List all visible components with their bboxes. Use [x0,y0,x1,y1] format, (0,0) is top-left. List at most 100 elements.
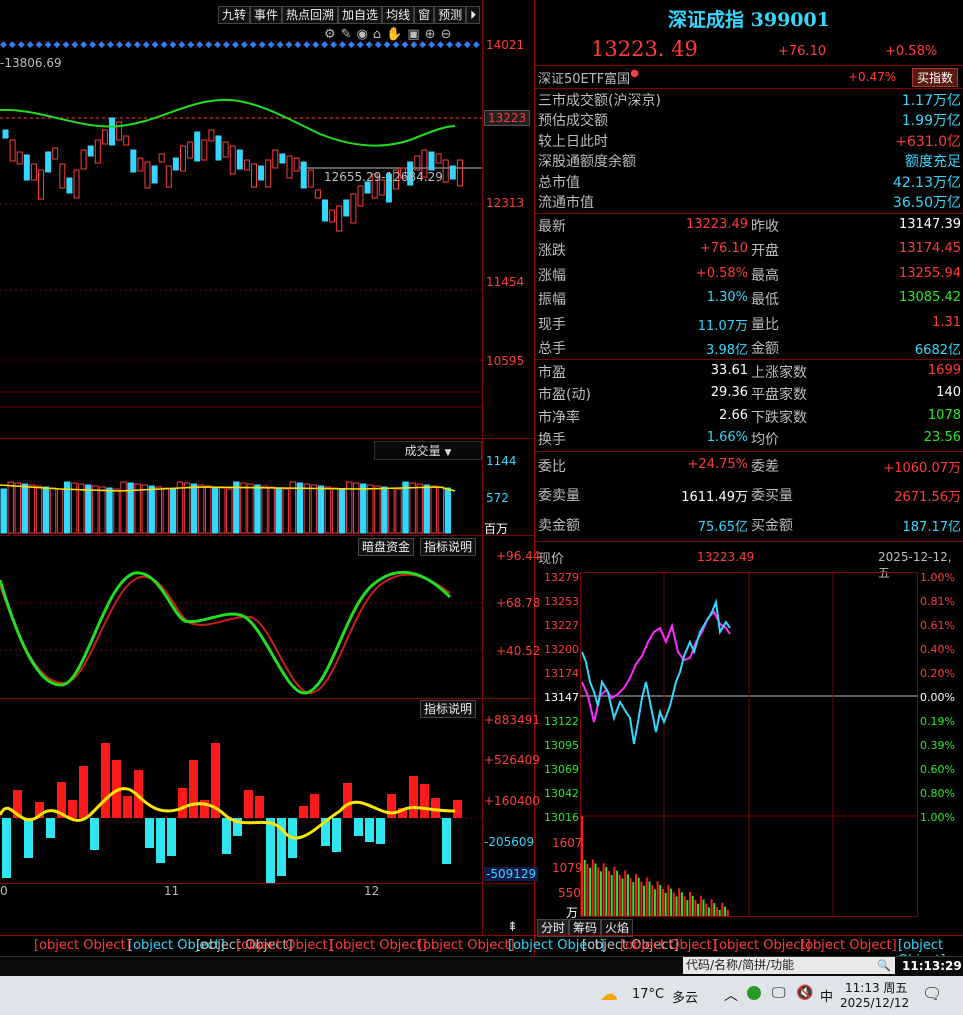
grid-key: 上涨家数 [751,365,807,381]
volume-bar [282,488,289,534]
ime-indicator[interactable]: 中 [820,986,833,1005]
minute-volume-bar [643,885,646,916]
grid-key: 最低 [751,292,779,309]
taskbar-time[interactable]: 11:13 周五 [845,979,907,996]
minute-right-tick: 0.61% [920,619,955,632]
minute-volume-bar [724,906,727,916]
grid-key: 最新 [538,219,566,235]
left-chart-area[interactable]: 九转 事件 热点回溯 加自选 均线窗预测 ⏵ ⚙✎◉⌂✋▣⊕⊖ ◆◆◆◆◆◆◆◆◆◆◆◆◆… [0,0,540,1015]
indicator2-bar [453,800,462,818]
minute-volume-bar [640,881,643,916]
toolbar-btn-window[interactable]: 窗 [414,6,435,24]
volume-bar [197,484,205,534]
expand-icon[interactable]: ⏵ [466,6,481,24]
indicator2-bar [255,796,264,818]
minute-volume-bar [670,888,673,916]
minute-volume-bar [645,877,648,916]
grid-value: 13174.45 [898,241,961,257]
grid-key: 平盘家数 [751,387,807,404]
ticker-item: [object Object] [714,938,811,953]
volume-bar [190,483,198,534]
buy-index-button[interactable]: 买指数 [912,68,959,87]
kline-candle [215,135,222,161]
volume-bar [388,487,395,534]
toolbar-btn-predict[interactable]: 预测 [434,6,467,24]
info-label: 预估成交额 [538,113,608,130]
volume-bar [296,482,304,534]
kline-chart[interactable] [0,30,482,430]
search-input[interactable]: 代码/名称/简拼/功能 🔍 [683,957,895,974]
indicator2-bar [409,776,418,818]
indicator2-bar [376,818,385,844]
notification-icon[interactable]: 🗨 [922,984,942,1003]
kline-candle [130,149,137,173]
grid-key: 最高 [751,267,779,284]
indicator2-chart [0,743,482,884]
grid-value: 2.66 [719,407,748,423]
weather-desc[interactable]: 多云 [672,987,698,1006]
indicator2-bar [387,794,396,818]
volume-bar [28,484,36,534]
toolbar-btn-jiuzhuan[interactable]: 九转 [218,6,251,24]
toolbar-btn-hotspot[interactable]: 热点回溯 [282,6,339,24]
volume-bar [261,485,268,534]
minute-avg-line [581,610,731,723]
indicator2-bar [101,743,110,818]
diamond-row: ◆◆◆◆◆◆◆◆◆◆◆◆◆◆◆◆◆◆◆◆◆◆◆◆◆◆◆◆◆◆◆◆◆◆◆◆◆◆◆◆… [0,40,480,50]
minute-chart[interactable] [580,572,918,917]
volume-bar [430,485,437,534]
minute-volume-bar [694,899,697,916]
indicator1-help-button[interactable]: 指标说明 [420,538,477,556]
info-label: 三市成交额(沪深京) [538,93,661,109]
kline-candle [2,129,9,139]
etf-label[interactable]: 深证50ETF富国● [538,68,639,87]
network-icon[interactable]: 🖵 [772,985,786,1001]
price-axis-12313: 12313 [486,196,525,210]
volume-axis-1144: 1144 [486,454,517,468]
kline-candle [243,159,250,171]
minute-right-tick: 1.00% [920,571,955,584]
volume-bar [381,486,388,534]
kline-candle [265,159,272,188]
taskbar-date[interactable]: 2025/12/12 [840,996,909,1010]
minute-left-tick: 13095 [544,739,579,752]
ind1-axis-top: +96.44 [496,549,541,563]
ticker-item: [object Object] [418,938,515,953]
minute-volume-bar [653,889,656,916]
volume-bar [338,488,346,534]
scroll-top-icon[interactable]: ⇞ [507,920,518,935]
minute-left-tick: 13279 [544,571,579,584]
toolbar-btn-events[interactable]: 事件 [250,6,283,24]
minute-label-price: 现价 [538,552,565,567]
indicator2-bar [189,760,198,818]
volume-title[interactable]: 成交量 ▼ [374,441,482,460]
indicator2-bar [332,818,341,852]
weather-icon[interactable]: ☁ [600,984,618,1005]
kline-candle [456,159,463,187]
kline-candle [151,165,158,184]
grid-key: 涨幅 [538,267,566,284]
minute-volume-bar [675,896,678,916]
weather-temp[interactable]: 17°C [632,987,664,1002]
toolbar-btn-ma[interactable]: 均线 [382,6,415,24]
chart-toolbar: 九转 事件 热点回溯 加自选 均线窗预测 ⏵ [218,6,481,24]
grid-value: 187.17亿 [902,519,962,535]
indicator2-bar [68,800,77,818]
dark-pool-button[interactable]: 暗盘资金 [358,538,415,556]
minute-volume-bar [710,899,713,916]
minute-volume-bar [616,870,619,916]
minute-right-tick: 0.00% [920,691,955,704]
toolbar-btn-add-watch[interactable]: 加自选 [338,6,383,24]
search-icon[interactable]: 🔍 [877,957,891,974]
tray-chevron-up-icon[interactable]: ︿ [724,985,738,1005]
minute-volume-bar [605,867,608,916]
grid-value: +0.58% [695,265,748,281]
minute-volume-bar [618,874,621,916]
grid-key: 总手 [538,341,566,357]
grid-key: 昨收 [751,219,779,235]
tray-app-icon[interactable] [747,986,761,1000]
minute-volume-bar [589,867,592,916]
grid-value: 23.56 [923,430,961,446]
grid-value: +1060.07万 [883,461,961,476]
volume-muted-icon[interactable]: 🔇 [796,985,813,1001]
